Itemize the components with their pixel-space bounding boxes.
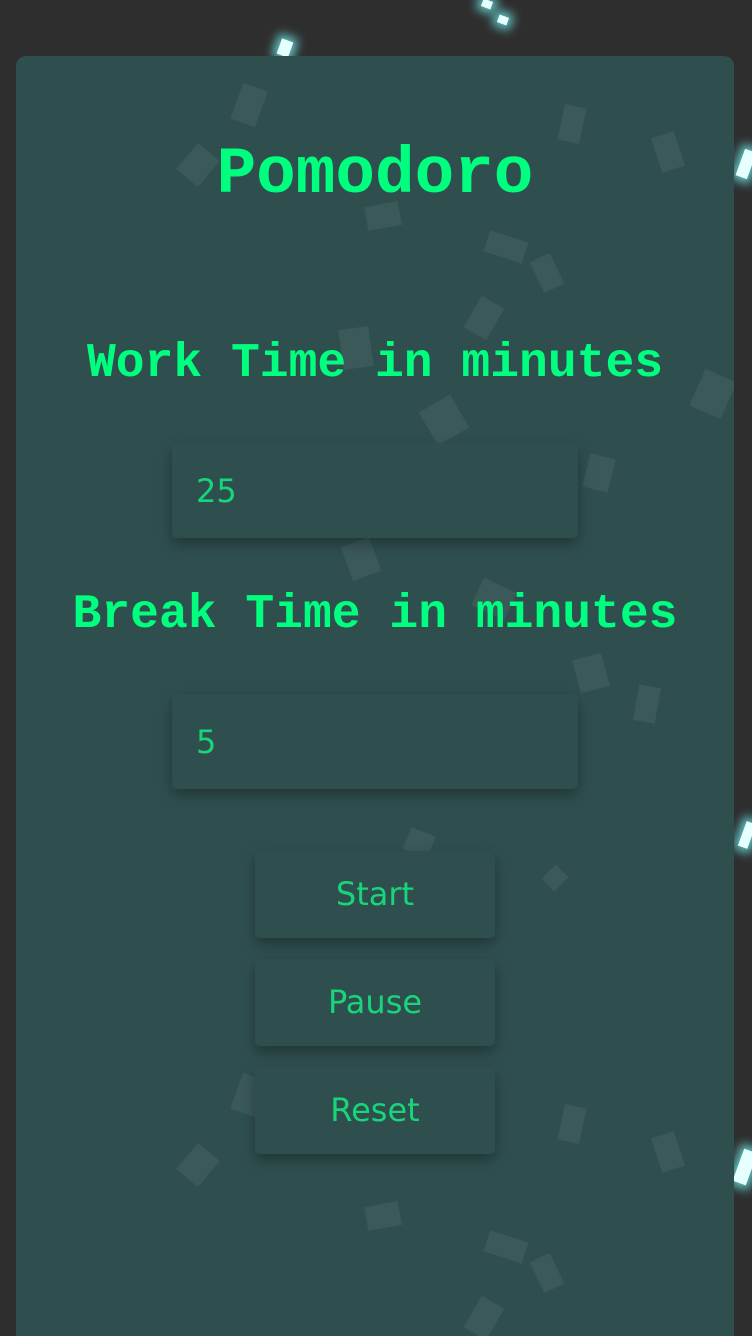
background-shard — [463, 1295, 505, 1336]
background-shard — [418, 394, 470, 446]
break-time-input[interactable] — [172, 694, 578, 789]
background-shard — [340, 536, 382, 582]
start-button[interactable]: Start — [255, 851, 495, 938]
background-shard — [483, 230, 529, 264]
work-time-input[interactable] — [172, 443, 578, 538]
work-time-label: Work Time in minutes — [86, 337, 664, 391]
background-shard — [541, 864, 569, 892]
background-shard — [572, 652, 610, 694]
pause-button[interactable]: Pause — [255, 959, 495, 1046]
background-shard — [529, 252, 565, 294]
background-shard — [633, 684, 661, 724]
sparkle-particle — [732, 1148, 752, 1186]
sparkle-particle — [496, 14, 510, 26]
pomodoro-card: Pomodoro Work Time in minutes Break Time… — [16, 56, 734, 1336]
sparkle-particle — [735, 148, 752, 180]
background-shard — [463, 295, 505, 341]
reset-button[interactable]: Reset — [255, 1067, 495, 1154]
page-title: Pomodoro — [216, 137, 534, 212]
background-shard — [483, 1230, 529, 1264]
background-shard — [651, 1131, 685, 1173]
sparkle-particle — [276, 38, 294, 58]
background-shard — [176, 1142, 220, 1188]
background-shard — [557, 1104, 587, 1144]
page: Pomodoro Work Time in minutes Break Time… — [0, 0, 752, 1336]
sparkle-particle — [480, 0, 494, 10]
background-shard — [364, 1201, 402, 1231]
background-shard — [582, 453, 616, 493]
break-time-label: Break Time in minutes — [72, 588, 678, 642]
background-shard — [529, 1252, 565, 1294]
sparkle-particle — [737, 821, 752, 849]
background-shard — [557, 104, 587, 144]
background-shard — [230, 82, 268, 128]
